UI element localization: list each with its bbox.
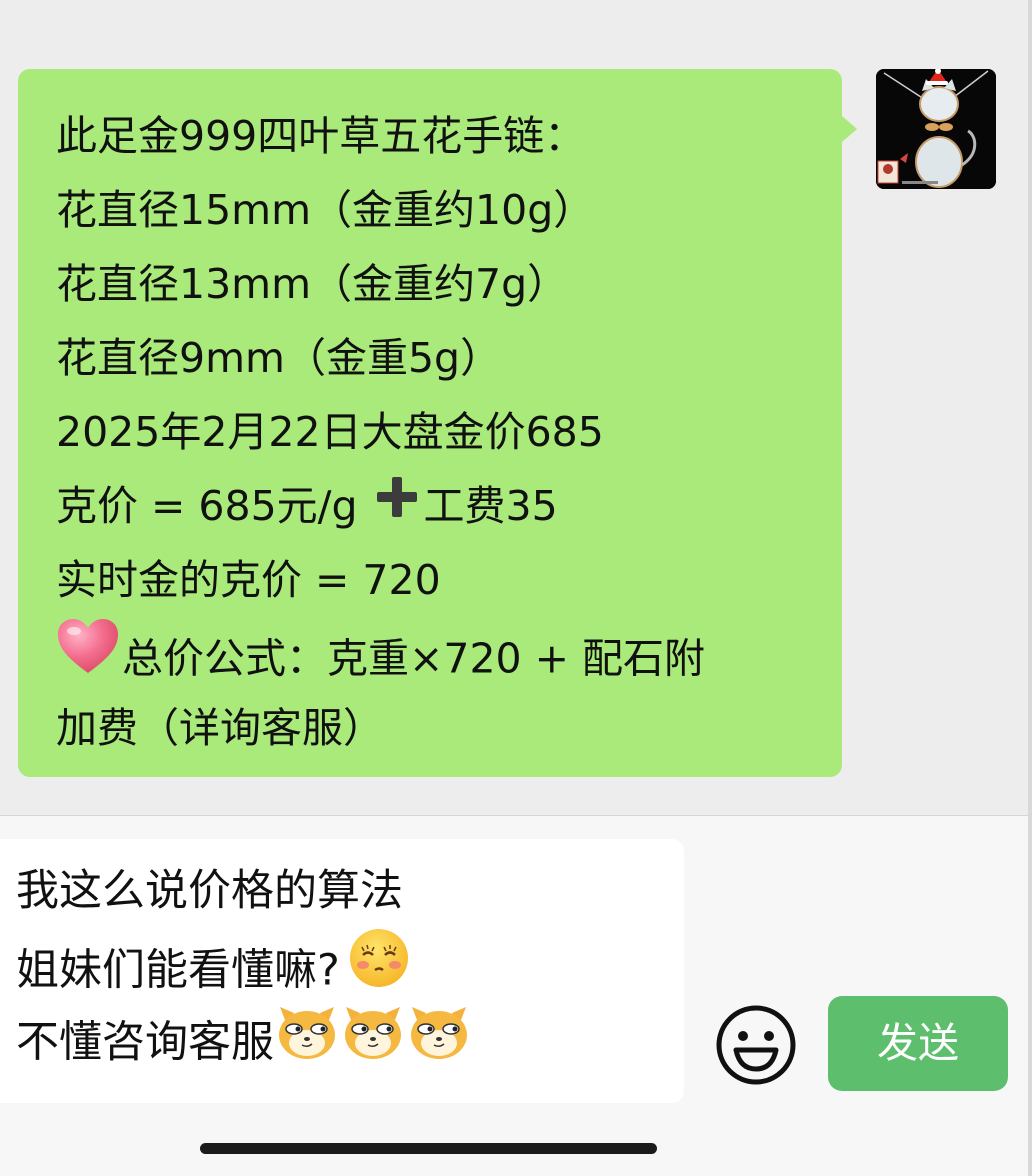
home-indicator[interactable] bbox=[200, 1143, 657, 1154]
message-line: 加费（详询客服） bbox=[56, 704, 384, 752]
doge-cat-emoji-icon bbox=[406, 999, 472, 1083]
labor-fee-text: 工费35 bbox=[423, 482, 558, 530]
gram-price-text: 克价 = 685元/g bbox=[56, 482, 358, 530]
message-input[interactable]: 我这么说价格的算法 姐妹们能看懂嘛? 不懂咨询客服 bbox=[0, 839, 684, 1103]
input-line-text: 不懂咨询客服 bbox=[16, 1017, 274, 1068]
message-line: 此足金999四叶草五花手链： bbox=[56, 112, 586, 160]
scroll-edge bbox=[1028, 0, 1032, 1176]
message-line-price: 克价 = 685元/g 工费35 bbox=[56, 469, 822, 543]
input-line-with-emoji: 姐妹们能看懂嘛? bbox=[16, 927, 684, 999]
chat-area: 此足金999四叶草五花手链： 花直径15mm（金重约10g） 花直径13mm（金… bbox=[0, 0, 1032, 815]
doge-cat-emoji-icon bbox=[274, 999, 340, 1083]
formula-text: 总价公式：克重×720 + 配石附 bbox=[122, 634, 706, 683]
message-line: 花直径9mm（金重5g） bbox=[56, 334, 502, 382]
message-line: 花直径13mm（金重约7g） bbox=[56, 260, 569, 308]
input-line-with-emoji: 不懂咨询客服 bbox=[16, 999, 684, 1071]
message-line: 实时金的克价 = 720 bbox=[56, 556, 441, 604]
input-line-text: 姐妹们能看懂嘛? bbox=[16, 945, 340, 996]
send-button[interactable]: 发送 bbox=[828, 996, 1008, 1091]
message-line: 花直径15mm（金重约10g） bbox=[56, 186, 595, 234]
message-line-formula: 总价公式：克重×720 + 配石附 bbox=[56, 617, 822, 691]
heart-icon bbox=[56, 617, 120, 698]
input-line: 我这么说价格的算法 bbox=[16, 866, 403, 916]
emoji-picker-button[interactable] bbox=[714, 1003, 798, 1087]
bubble-tail bbox=[842, 116, 857, 142]
smiley-icon bbox=[714, 1005, 798, 1091]
doge-cat-emoji-icon bbox=[340, 999, 406, 1083]
heavy-plus-icon bbox=[374, 469, 420, 543]
message-line: 2025年2月22日大盘金价685 bbox=[56, 408, 604, 456]
sent-message-bubble[interactable]: 此足金999四叶草五花手链： 花直径15mm（金重约10g） 花直径13mm（金… bbox=[18, 69, 842, 777]
cat-jade-pendant-avatar[interactable] bbox=[876, 69, 996, 189]
